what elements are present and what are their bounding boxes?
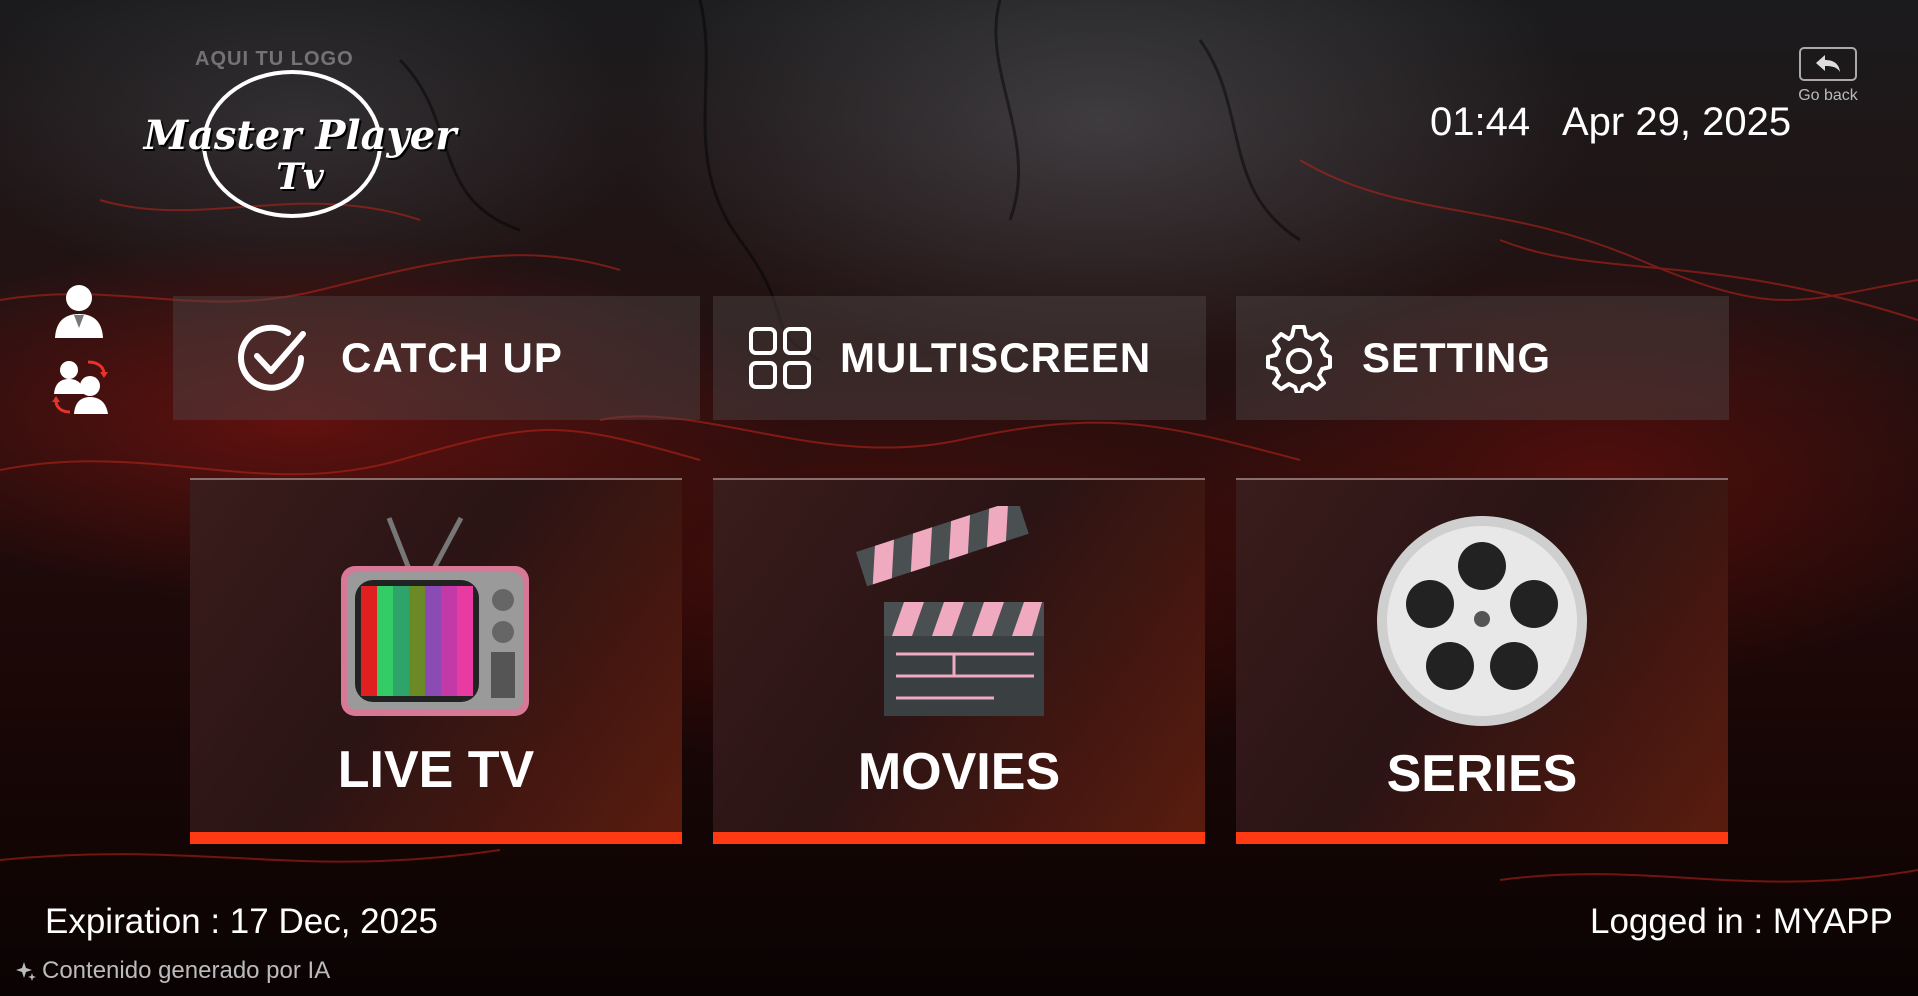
tile-setting[interactable]: SETTING [1236,296,1729,420]
switch-user-icon[interactable] [52,356,110,416]
user-icon[interactable] [52,282,106,340]
go-back-frame[interactable] [1799,47,1857,81]
film-reel-icon [1377,516,1587,726]
clapperboard-icon [855,506,1044,716]
tile-movies-accent [713,832,1205,844]
tile-setting-label: SETTING [1362,334,1552,381]
gear-icon [1266,325,1332,393]
tile-series-accent [1236,832,1728,844]
tv-icon [341,516,529,716]
tile-movies[interactable]: MOVIES [713,478,1205,844]
tile-live-tv[interactable]: LIVE TV [190,478,682,844]
tile-multiscreen-label: MULTISCREEN [840,334,1152,381]
tile-series-label: SERIES [1386,745,1578,803]
tile-series[interactable]: SERIES [1236,478,1728,844]
logo-name-line1: Master Player [143,112,457,159]
logo-name-line2: Tv [276,156,324,198]
expiration-text: Expiration : 17 Dec, 2025 [45,902,439,941]
logo-tagline: AQUI TU LOGO [195,48,354,70]
check-circle-icon [238,324,306,391]
clock-date: Apr 29, 2025 [1562,100,1792,144]
tile-live-tv-accent [190,832,682,844]
tile-catch-up[interactable]: CATCH UP [173,296,700,420]
go-back-label: Go back [1798,87,1858,104]
go-back-button[interactable]: Go back [1798,47,1858,105]
logged-in-text: Logged in : MYAPP [1590,902,1893,941]
tile-multiscreen[interactable]: MULTISCREEN [713,296,1206,420]
clock-time: 01:44 [1430,100,1531,144]
series-art [1236,506,1728,736]
ai-generated-note: Contenido generado por IA [16,957,330,985]
ai-note-label: Contenido generado por IA [42,957,331,984]
tile-catch-up-label: CATCH UP [341,334,563,381]
sparkle-icon [16,962,36,981]
tile-movies-label: MOVIES [857,743,1061,801]
back-arrow-icon [1816,55,1840,72]
tile-live-tv-label: LIVE TV [337,741,535,799]
app-logo: AQUI TU LOGO Master Player Tv [140,48,460,228]
tv-art [190,506,682,736]
grid-icon [749,327,811,389]
movies-art [713,506,1205,736]
